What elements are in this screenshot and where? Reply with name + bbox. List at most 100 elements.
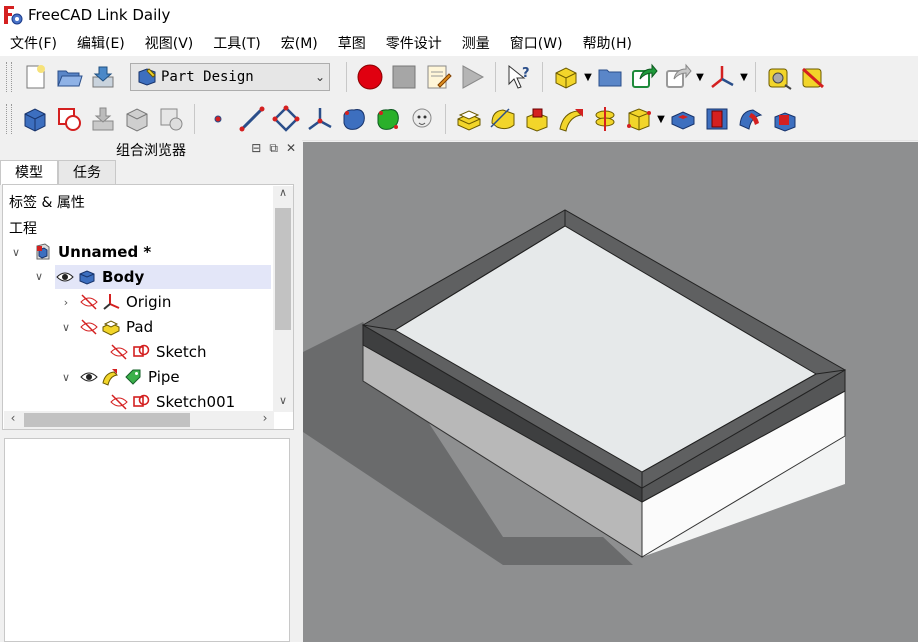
create-part-button[interactable] [549, 60, 583, 94]
chevron-down-icon[interactable]: ∨ [59, 321, 73, 334]
shape-binder-button[interactable] [120, 102, 154, 136]
datum-point-icon [214, 115, 222, 123]
revolution-button[interactable] [486, 102, 520, 136]
chevron-right-icon[interactable]: › [59, 296, 73, 309]
scroll-thumb[interactable] [275, 208, 291, 330]
toolbar-grip[interactable] [6, 104, 12, 134]
subshape-binder-button[interactable] [154, 102, 188, 136]
tree-item-origin[interactable]: › Origin [59, 290, 172, 314]
scroll-right-icon[interactable]: › [256, 411, 274, 429]
additive-loft-button[interactable] [371, 102, 405, 136]
freecad-logo-icon [4, 6, 23, 25]
macro-record-button[interactable] [353, 60, 387, 94]
create-body-button[interactable] [18, 102, 52, 136]
menu-edit[interactable]: 编辑(E) [67, 33, 135, 53]
3d-viewport[interactable] [303, 142, 918, 642]
datum-cs-button[interactable] [705, 60, 739, 94]
whats-this-button[interactable]: ? [502, 60, 536, 94]
create-body-icon [24, 108, 46, 132]
menu-bar: 文件(F) 编辑(E) 视图(V) 工具(T) 宏(M) 草图 零件设计 测量 … [0, 30, 918, 56]
tree-item-label: Sketch001 [156, 393, 236, 411]
menu-window[interactable]: 窗口(W) [500, 33, 573, 53]
save-document-button[interactable] [86, 60, 120, 94]
workbench-selector[interactable]: Part Design ⌄ [130, 63, 330, 91]
groove-button[interactable] [734, 102, 768, 136]
create-sketch-button[interactable] [52, 102, 86, 136]
pad-button[interactable] [452, 102, 486, 136]
scroll-down-icon[interactable]: ∨ [273, 394, 293, 412]
eye-hidden-icon[interactable] [79, 317, 99, 337]
scroll-thumb[interactable] [24, 413, 190, 427]
menu-file[interactable]: 文件(F) [0, 33, 67, 53]
eye-hidden-icon[interactable] [109, 392, 129, 412]
local-cs-button[interactable] [303, 102, 337, 136]
additive-helix-button[interactable] [588, 102, 622, 136]
eye-hidden-icon[interactable] [79, 292, 99, 312]
chevron-down-icon[interactable]: ▼ [695, 72, 705, 83]
open-document-button[interactable] [52, 60, 86, 94]
whats-this-icon: ? [508, 64, 530, 89]
tab-tasks[interactable]: 任务 [58, 160, 116, 185]
chevron-down-icon[interactable]: ∨ [9, 246, 23, 259]
create-group-button[interactable] [593, 60, 627, 94]
tab-model[interactable]: 模型 [0, 160, 58, 185]
tree-item-sketch[interactable]: Sketch [109, 340, 207, 364]
eye-icon[interactable] [79, 367, 99, 387]
additive-box-button[interactable] [622, 102, 656, 136]
tree-item-pad[interactable]: ∨ Pad [59, 315, 153, 339]
body-icon [77, 267, 97, 287]
hole-button[interactable] [700, 102, 734, 136]
menu-tools[interactable]: 工具(T) [203, 33, 270, 53]
tree-item-document[interactable]: ∨ Unnamed * [9, 240, 273, 264]
datum-point-button[interactable] [201, 102, 235, 136]
tree-item-body[interactable]: Body [55, 265, 271, 289]
tree-vertical-scrollbar[interactable]: ∧ ∨ [273, 186, 293, 412]
menu-measure[interactable]: 测量 [452, 33, 500, 53]
macro-edit-button[interactable] [421, 60, 455, 94]
tree-item-pipe[interactable]: ∨ Pipe [59, 365, 180, 389]
sheep-clone-button[interactable] [405, 102, 439, 136]
pocket-button[interactable] [666, 102, 700, 136]
scroll-up-icon[interactable]: ∧ [273, 186, 293, 204]
tree-horizontal-scrollbar[interactable]: ‹ › [4, 411, 274, 429]
validate-sketch-button[interactable] [86, 102, 120, 136]
chevron-down-icon[interactable]: ▼ [583, 72, 593, 83]
tree-header-project: 工程 [9, 221, 37, 237]
menu-sketch[interactable]: 草图 [328, 33, 376, 53]
scroll-left-icon[interactable]: ‹ [4, 411, 22, 429]
chevron-down-icon[interactable]: ∨ [35, 270, 43, 283]
clone-button[interactable] [337, 102, 371, 136]
minimize-icon[interactable]: ⊟ [251, 141, 261, 156]
datum-line-button[interactable] [235, 102, 269, 136]
create-group-icon [598, 69, 622, 87]
menu-help[interactable]: 帮助(H) [573, 33, 642, 53]
menu-view[interactable]: 视图(V) [135, 33, 204, 53]
property-panel[interactable] [4, 438, 290, 642]
additive-loft-tool-button[interactable] [520, 102, 554, 136]
chevron-down-icon[interactable]: ▼ [656, 114, 666, 125]
datum-plane-button[interactable] [269, 102, 303, 136]
toolbar-grip[interactable] [6, 62, 12, 92]
macro-run-button[interactable] [455, 60, 489, 94]
menu-part-design[interactable]: 零件设计 [376, 33, 452, 53]
eye-hidden-icon[interactable] [109, 342, 129, 362]
pad-icon [457, 110, 481, 131]
measure-clear-button[interactable] [796, 60, 830, 94]
macro-stop-button[interactable] [387, 60, 421, 94]
eye-icon[interactable] [55, 267, 75, 287]
link-actions-button[interactable] [661, 60, 695, 94]
tree-item-label: Body [102, 268, 145, 286]
new-document-button[interactable] [18, 60, 52, 94]
toolbar-main: Part Design ⌄ ? ▼ ▼ ▼ [0, 56, 918, 99]
menu-macro[interactable]: 宏(M) [271, 33, 328, 53]
chevron-down-icon[interactable]: ∨ [59, 371, 73, 384]
combo-view-tabs: 模型 任务 [0, 160, 116, 185]
measure-button[interactable] [762, 60, 796, 94]
subtractive-loft-button[interactable] [768, 102, 802, 136]
macro-run-icon [462, 65, 485, 89]
create-link-button[interactable] [627, 60, 661, 94]
chevron-down-icon[interactable]: ▼ [739, 72, 749, 83]
float-icon[interactable]: ⧉ [269, 141, 278, 156]
close-icon[interactable]: ✕ [286, 141, 296, 156]
additive-pipe-button[interactable] [554, 102, 588, 136]
